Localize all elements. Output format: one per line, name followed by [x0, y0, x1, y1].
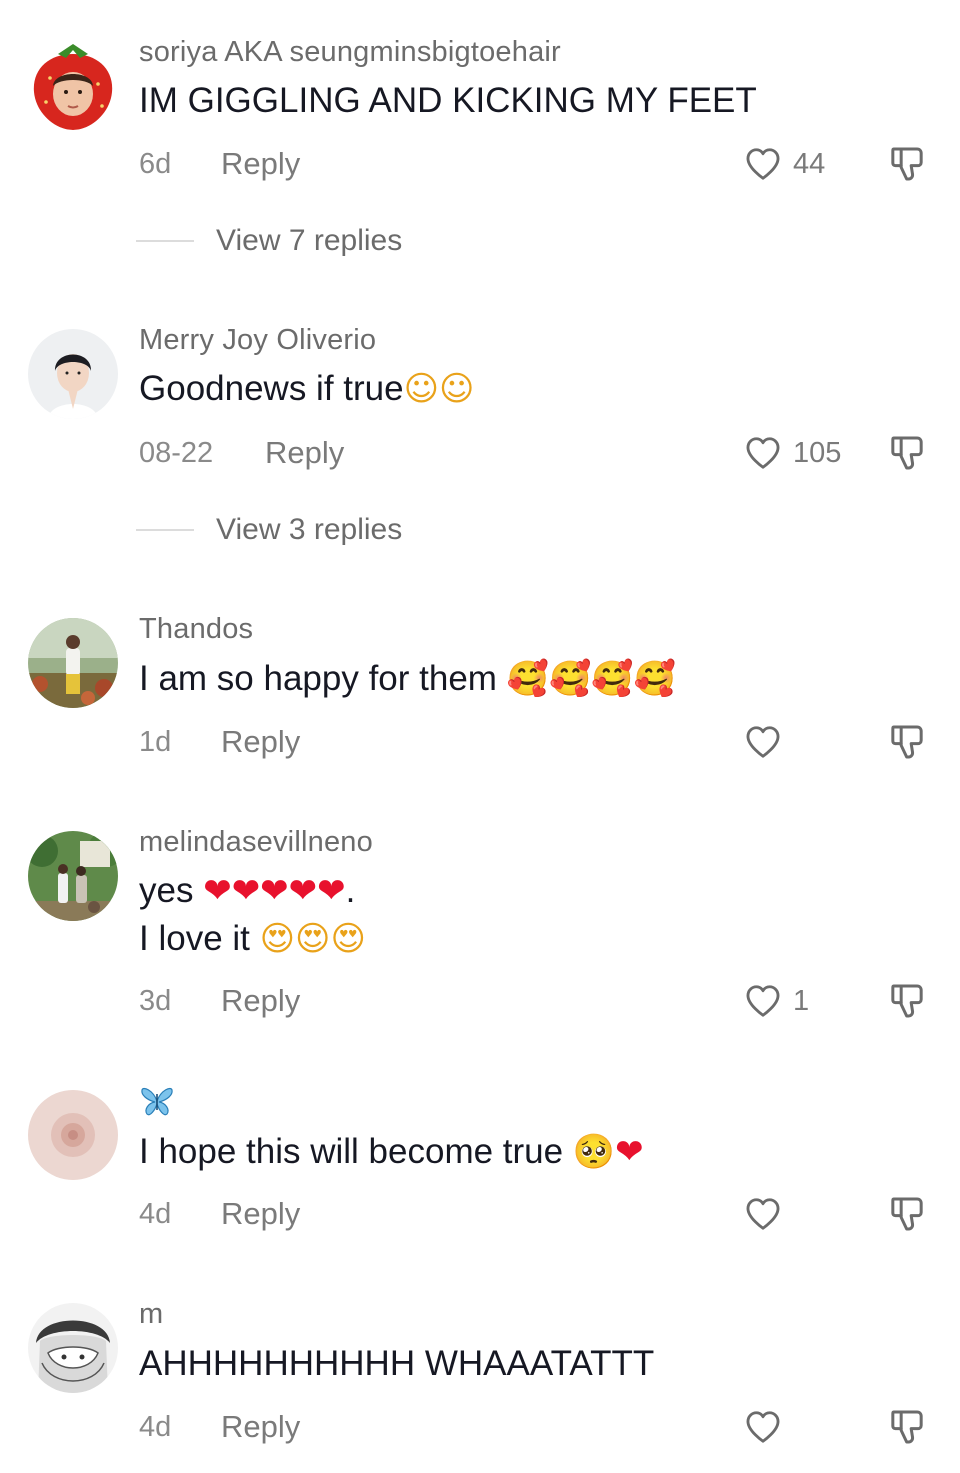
comment-username[interactable]: melindasevillneno: [139, 826, 373, 859]
like-count: 44: [793, 148, 826, 180]
view-replies-label: View 7 replies: [216, 224, 403, 257]
like-button[interactable]: 1: [743, 981, 809, 1021]
comment-text-body: AHHHHHHHHHH WHAAATATTT: [139, 1344, 655, 1383]
comment-text: I am so happy for them 🥰🥰🥰🥰: [139, 654, 676, 704]
smiling-hearts-emoji: 🥰🥰🥰🥰: [506, 659, 677, 699]
comment-date: 4d: [139, 1411, 172, 1443]
comment-meta: 4d Reply: [139, 1407, 939, 1447]
comment-username[interactable]: m: [139, 1298, 163, 1331]
comment-username[interactable]: soriya AKA seungminsbigtoehair: [139, 36, 561, 69]
heart-outline-icon: [746, 1198, 780, 1230]
like-count: 1: [793, 985, 810, 1017]
heart-outline-icon: [746, 726, 780, 758]
divider: [136, 240, 194, 242]
reply-button[interactable]: Reply: [265, 433, 344, 473]
comment-text-end: .: [345, 871, 356, 910]
person-avatar-image: [28, 329, 118, 419]
reply-button[interactable]: Reply: [221, 144, 300, 184]
thumbs-down-icon[interactable]: [887, 1194, 927, 1234]
like-button[interactable]: 44: [743, 144, 825, 184]
heart-outline-icon: [746, 985, 780, 1017]
comment-text: yes ❤❤❤❤❤.: [139, 866, 355, 916]
comment-text: Goodnews if true☺☺: [139, 364, 474, 414]
comment-date: 1d: [139, 726, 172, 758]
comment-text: I hope this will become true 🥺❤: [139, 1127, 644, 1177]
avatar[interactable]: [28, 831, 118, 921]
comment-text-body: I am so happy for them: [139, 659, 507, 698]
avatar[interactable]: [28, 1090, 118, 1180]
comment-date: 4d: [139, 1198, 172, 1230]
butterfly-icon: [141, 1087, 173, 1116]
heart-outline-icon: [746, 437, 780, 469]
divider: [136, 529, 194, 531]
pleading-heart-emoji: 🥺❤: [572, 1132, 644, 1172]
comment-text-body: Goodnews if true: [139, 369, 404, 408]
like-count: 105: [793, 437, 842, 469]
avatar[interactable]: [28, 40, 118, 130]
comment-date: 08-22: [139, 437, 214, 469]
manga-avatar-image: [28, 1303, 118, 1393]
pink-avatar-image: [28, 1090, 118, 1180]
avatar[interactable]: [28, 1303, 118, 1393]
comment-username[interactable]: Thandos: [139, 613, 253, 646]
like-button[interactable]: [743, 1194, 793, 1234]
garden-avatar-image: [28, 831, 118, 921]
thumbs-down-icon[interactable]: [887, 433, 927, 473]
reply-button[interactable]: Reply: [221, 722, 300, 762]
comment-date: 6d: [139, 148, 172, 180]
comment-username[interactable]: 🦋: [139, 1084, 175, 1126]
thumbs-down-icon[interactable]: [887, 144, 927, 184]
outdoor-avatar-image: [28, 618, 118, 708]
reply-button[interactable]: Reply: [221, 1194, 300, 1234]
comment-meta: 3d Reply 1: [139, 981, 939, 1021]
view-replies-button[interactable]: View 7 replies: [136, 221, 402, 261]
red-heart-emoji: ❤❤❤❤❤: [203, 871, 346, 911]
reply-button[interactable]: Reply: [221, 1407, 300, 1447]
comment-text-body: I love it: [139, 919, 260, 958]
thumbs-down-icon[interactable]: [887, 1407, 927, 1447]
strawberry-avatar-image: [28, 40, 118, 130]
like-button[interactable]: [743, 722, 793, 762]
smile-emoji: ☺☺: [403, 369, 475, 409]
view-replies-label: View 3 replies: [216, 513, 403, 546]
avatar[interactable]: [28, 618, 118, 708]
comment-username[interactable]: Merry Joy Oliverio: [139, 324, 376, 357]
like-button[interactable]: [743, 1407, 793, 1447]
comment-meta: 1d Reply: [139, 722, 939, 762]
thumbs-down-icon[interactable]: [887, 722, 927, 762]
comment-text: IM GIGGLING AND KICKING MY FEET: [139, 76, 757, 126]
heart-eyes-emoji: 😍😍😍: [259, 919, 366, 959]
view-replies-button[interactable]: View 3 replies: [136, 510, 402, 550]
comment-date: 3d: [139, 985, 172, 1017]
comment-text: AHHHHHHHHHH WHAAATATTT: [139, 1339, 654, 1389]
comment-meta: 08-22 Reply 105: [139, 433, 939, 473]
comment-text-body: yes: [139, 871, 204, 910]
heart-outline-icon: [746, 148, 780, 180]
heart-outline-icon: [746, 1411, 780, 1443]
comment-meta: 6d Reply 44: [139, 144, 939, 184]
avatar[interactable]: [28, 329, 118, 419]
comment-meta: 4d Reply: [139, 1194, 939, 1234]
comment-text-body: I hope this will become true: [139, 1132, 573, 1171]
comment-text-body: IM GIGGLING AND KICKING MY FEET: [139, 81, 757, 120]
reply-button[interactable]: Reply: [221, 981, 300, 1021]
thumbs-down-icon[interactable]: [887, 981, 927, 1021]
comment-text: I love it 😍😍😍: [139, 914, 366, 964]
like-button[interactable]: 105: [743, 433, 841, 473]
